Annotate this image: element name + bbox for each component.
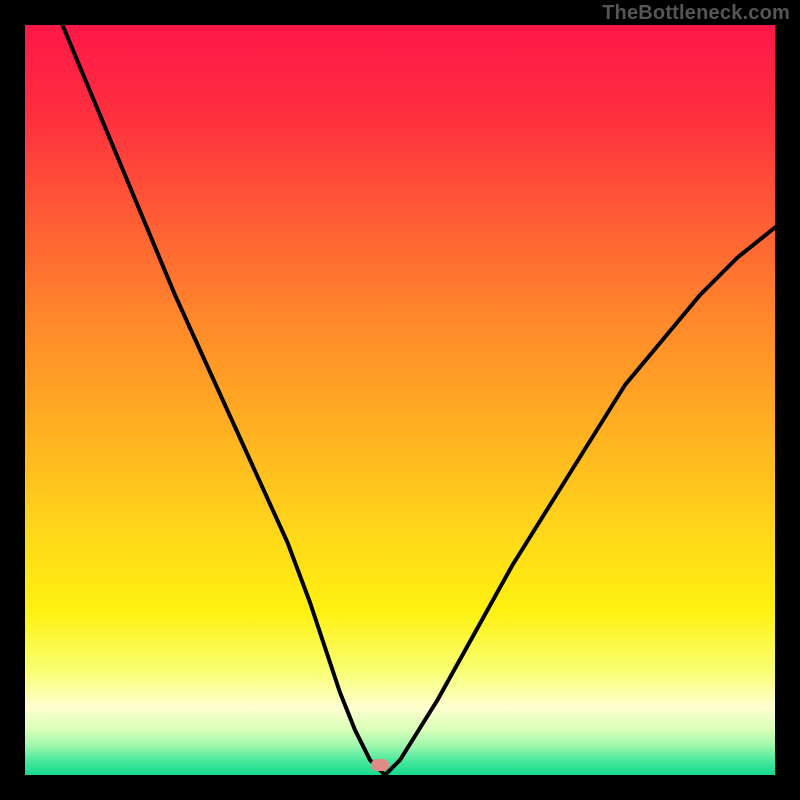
chart-stage: TheBottleneck.com [0,0,800,800]
optimal-point-marker [371,759,389,771]
bottleneck-curve [63,25,776,775]
attribution-label: TheBottleneck.com [602,2,790,25]
plot-area [25,25,775,775]
curve-layer [25,25,775,775]
